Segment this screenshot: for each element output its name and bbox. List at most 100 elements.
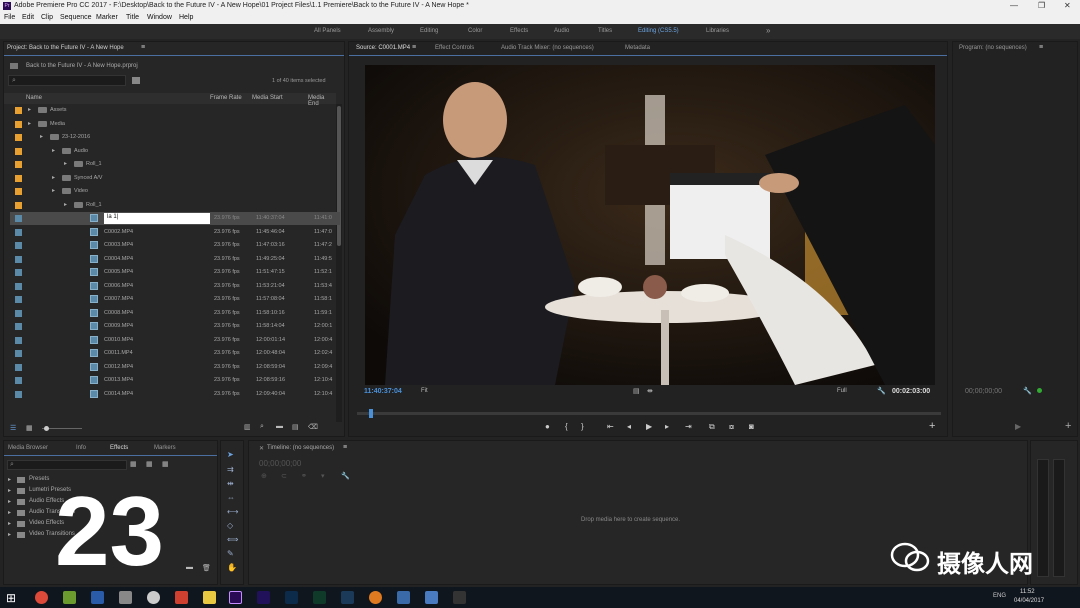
bin-row[interactable]: ▸ Media	[10, 118, 340, 131]
overwrite-icon[interactable]: ⧇	[729, 422, 734, 432]
label-swatch[interactable]	[15, 296, 22, 303]
effects-search-input[interactable]: ⌕	[7, 460, 127, 470]
clip-row-selected[interactable]: la 1| 23.976 fps 11:40:37:04 11:41:0	[10, 212, 340, 225]
timeline-wrench-icon[interactable]: 🔧	[341, 472, 350, 480]
clock-time[interactable]: 11:52	[1020, 589, 1035, 595]
delete-effect-icon[interactable]: 🗑	[202, 564, 211, 572]
workspace-assembly[interactable]: Assembly	[368, 28, 394, 34]
new-item-icon[interactable]: ▤	[292, 423, 299, 431]
disclosure-triangle-icon[interactable]: ▸	[8, 520, 11, 527]
project-search-input[interactable]: ⌕	[8, 75, 126, 86]
tab-media-browser[interactable]: Media Browser	[8, 445, 48, 451]
workspace-libraries[interactable]: Libraries	[706, 28, 729, 34]
menu-window[interactable]: Window	[147, 14, 172, 21]
new-bin-icon[interactable]: ▬	[276, 423, 283, 430]
clip-row[interactable]: C0007.MP4 23.976 fps 11:57:08:04 11:58:1	[10, 293, 340, 306]
source-panel-menu-icon[interactable]: ≡	[412, 44, 416, 51]
slip-tool-icon[interactable]: ⟺	[227, 535, 238, 544]
disclosure-triangle-icon[interactable]: ▸	[28, 106, 31, 113]
bin-row[interactable]: ▸ Audio	[10, 145, 340, 158]
find-icon[interactable]: ⌕	[260, 423, 264, 431]
source-playhead[interactable]	[368, 409, 373, 418]
razor-tool-icon[interactable]: ◇	[227, 521, 233, 530]
tab-metadata[interactable]: Metadata	[625, 45, 650, 51]
clip-row[interactable]: C0013.MP4 23.976 fps 12:08:59:16 12:10:4	[10, 374, 340, 387]
menu-marker[interactable]: Marker	[96, 14, 118, 21]
label-swatch[interactable]	[15, 201, 22, 209]
go-to-in-icon[interactable]: ⇤	[607, 422, 614, 431]
label-swatch[interactable]	[15, 161, 22, 168]
word-taskbar-icon[interactable]	[91, 591, 104, 604]
drag-audio-only-icon[interactable]: ⇼	[647, 387, 653, 395]
menu-title[interactable]: Title	[126, 14, 139, 21]
label-swatch[interactable]	[15, 228, 22, 236]
explorer-taskbar-icon[interactable]	[203, 591, 216, 604]
new-custom-bin-icon[interactable]: ▬	[186, 564, 193, 571]
app4-taskbar-icon[interactable]	[175, 591, 188, 604]
disclosure-triangle-icon[interactable]: ▸	[64, 201, 67, 208]
tab-effects[interactable]: Effects	[110, 445, 128, 451]
disclosure-triangle-icon[interactable]: ▸	[8, 476, 11, 483]
clip-row[interactable]: C0011.MP4 23.976 fps 12:00:48:04 12:02:4	[10, 347, 340, 360]
workspace-audio[interactable]: Audio	[554, 28, 569, 34]
language-indicator[interactable]: ENG	[993, 593, 1006, 599]
audition-taskbar-icon[interactable]	[313, 591, 326, 604]
disclosure-triangle-icon[interactable]: ▸	[40, 133, 43, 140]
play-icon[interactable]: ▶	[646, 422, 652, 431]
clear-icon[interactable]: ⌫	[308, 423, 318, 431]
rolling-edit-tool-icon[interactable]: ⇔	[227, 493, 235, 502]
go-to-out-icon[interactable]: ⇥	[685, 422, 692, 431]
label-swatch[interactable]	[15, 120, 22, 128]
vlc-taskbar-icon[interactable]	[369, 591, 382, 604]
program-wrench-icon[interactable]: 🔧	[1023, 387, 1032, 395]
program-add-icon[interactable]: +	[1065, 420, 1071, 432]
disclosure-triangle-icon[interactable]: ▸	[8, 531, 11, 538]
clip-row[interactable]: C0005.MP4 23.976 fps 11:51:47:15 11:52:1	[10, 266, 340, 279]
label-swatch[interactable]	[15, 147, 22, 155]
timeline-panel-menu-icon[interactable]: ≡	[343, 444, 347, 451]
workspace-editing[interactable]: Editing	[420, 28, 438, 34]
tab-audio-track-mixer[interactable]: Audio Track Mixer: (no sequences)	[501, 45, 594, 51]
menu-file[interactable]: File	[4, 14, 15, 21]
clip-row[interactable]: C0012.MP4 23.976 fps 12:08:59:04 12:09:4	[10, 361, 340, 374]
list-view-icon[interactable]: ☰	[10, 424, 16, 432]
fit-dropdown[interactable]: Fit	[421, 388, 428, 394]
source-timecode[interactable]: 11:40:37:04	[364, 388, 402, 395]
32bit-effects-icon[interactable]: ▦	[146, 460, 153, 468]
photoshop-taskbar-icon[interactable]	[285, 591, 298, 604]
program-timecode[interactable]: 00;00;00;00	[965, 388, 1002, 395]
automate-to-sequence-icon[interactable]: ▥	[244, 423, 251, 431]
bin-row[interactable]: ▸ 23-12-2016	[10, 131, 340, 144]
label-swatch[interactable]	[15, 107, 22, 114]
panel-menu-icon[interactable]: ≡	[141, 44, 145, 51]
app2-taskbar-icon[interactable]	[119, 591, 132, 604]
button-editor-add-icon[interactable]: +	[929, 420, 935, 432]
label-swatch[interactable]	[15, 242, 22, 249]
clip-row[interactable]: C0004.MP4 23.976 fps 11:49:25:04 11:49:5	[10, 253, 340, 266]
timeline-timecode[interactable]: 00;00;00;00	[259, 459, 301, 468]
label-swatch[interactable]	[15, 336, 22, 344]
new-search-bin-icon[interactable]	[132, 77, 140, 84]
label-swatch[interactable]	[15, 188, 22, 195]
add-marker-icon[interactable]: ●	[545, 422, 550, 431]
pen-tool-icon[interactable]: ✎	[227, 549, 234, 558]
source-video-frame[interactable]	[365, 65, 935, 385]
menu-edit[interactable]: Edit	[22, 14, 34, 21]
app5-taskbar-icon[interactable]	[397, 591, 410, 604]
snap-icon[interactable]: ⊂	[281, 472, 287, 480]
add-marker-timeline-icon[interactable]: ▾	[321, 472, 325, 480]
workspace-titles[interactable]: Titles	[598, 28, 612, 34]
app3-taskbar-icon[interactable]	[147, 591, 160, 604]
menu-sequence[interactable]: Sequence	[60, 14, 92, 21]
label-swatch[interactable]	[15, 350, 22, 357]
app6-taskbar-icon[interactable]	[425, 591, 438, 604]
accelerated-effects-icon[interactable]: ▦	[130, 460, 137, 468]
clip-row[interactable]: C0010.MP4 23.976 fps 12:00:01:14 12:00:4	[10, 334, 340, 347]
steam-taskbar-icon[interactable]	[341, 591, 354, 604]
clip-row[interactable]: C0014.MP4 23.976 fps 12:09:40:04 12:10:4	[10, 388, 340, 401]
clip-row[interactable]: C0006.MP4 23.976 fps 11:53:21:04 11:53:4	[10, 280, 340, 293]
disclosure-triangle-icon[interactable]: ▸	[52, 187, 55, 194]
app7-taskbar-icon[interactable]	[453, 591, 466, 604]
workspace-effects[interactable]: Effects	[510, 28, 528, 34]
app-taskbar-icon[interactable]	[63, 591, 76, 604]
